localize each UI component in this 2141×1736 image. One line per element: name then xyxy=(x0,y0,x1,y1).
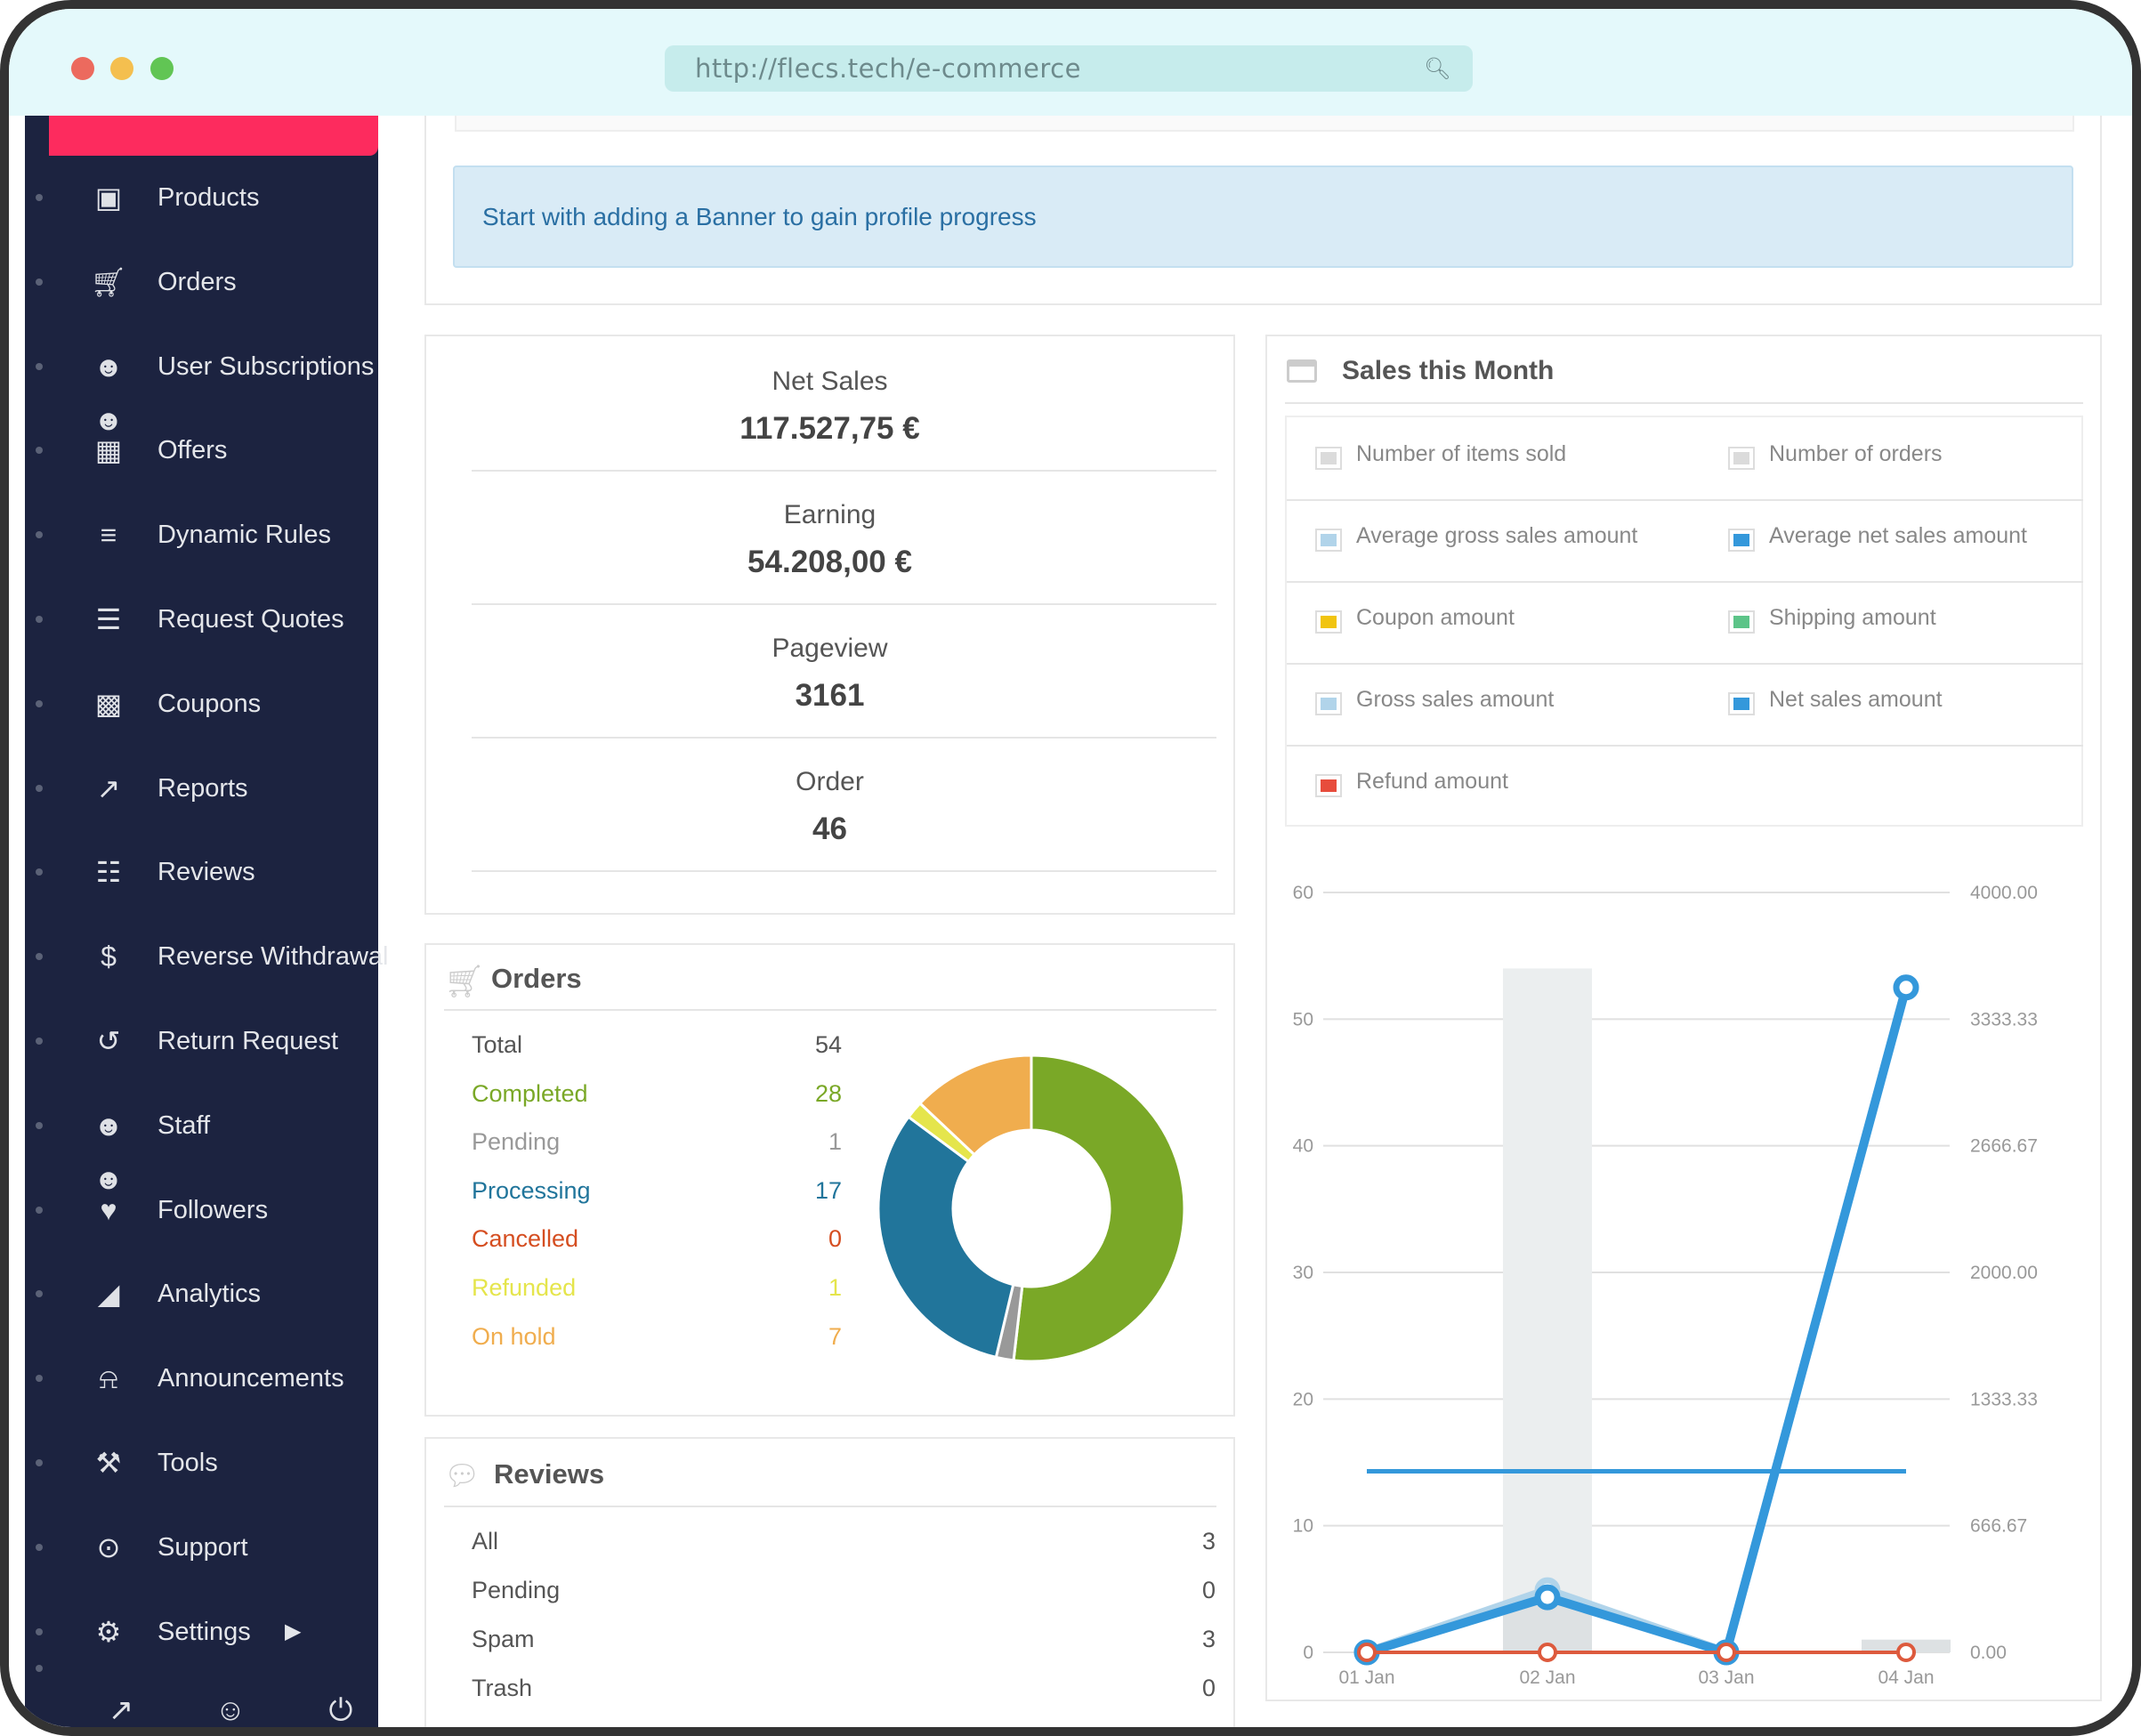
x-tick-label: 01 Jan xyxy=(1338,1667,1394,1688)
url-text: http://flecs.tech/e-commerce xyxy=(695,53,1081,84)
y-right-tick-label: 3333.33 xyxy=(1970,1009,2038,1029)
y-right-tick-label: 0.00 xyxy=(1970,1643,2007,1663)
x-tick-label: 02 Jan xyxy=(1519,1667,1575,1688)
y-left-tick-label: 60 xyxy=(1293,883,1313,903)
browser-toolbar: http://flecs.tech/e-commerce 🔍︎ xyxy=(9,9,2132,116)
point-net-sales-amount xyxy=(1534,1584,1561,1611)
y-left-tick-label: 40 xyxy=(1293,1136,1313,1157)
line-gross-sales-amount xyxy=(1365,986,1911,1657)
address-bar[interactable]: http://flecs.tech/e-commerce 🔍︎ xyxy=(665,45,1473,92)
bar-number-of-items-sold xyxy=(1503,968,1592,1652)
y-right-tick-label: 2000.00 xyxy=(1970,1263,2038,1283)
y-right-tick-label: 666.67 xyxy=(1970,1516,2027,1537)
close-window-button[interactable] xyxy=(71,57,94,80)
x-tick-label: 04 Jan xyxy=(1878,1667,1934,1688)
y-right-tick-label: 1333.33 xyxy=(1970,1389,2038,1409)
point-refund-amount xyxy=(1357,1643,1377,1662)
search-icon[interactable]: 🔍︎ xyxy=(1424,45,1451,92)
point-net-sales-amount xyxy=(1893,974,1919,1001)
maximize-window-button[interactable] xyxy=(150,57,174,80)
minimize-window-button[interactable] xyxy=(110,57,133,80)
point-refund-amount xyxy=(1717,1643,1736,1662)
y-right-tick-label: 2666.67 xyxy=(1970,1136,2038,1157)
point-refund-amount xyxy=(1538,1643,1557,1662)
y-left-tick-label: 0 xyxy=(1303,1643,1313,1663)
y-left-tick-label: 10 xyxy=(1293,1516,1313,1537)
sales-chart: 0 0.00 10 666.67 20 1333.33 30 2000.00 40 2666.67… xyxy=(1293,883,2038,1688)
browser-window: http://flecs.tech/e-commerce 🔍︎ ▣ Products… xyxy=(0,0,2141,1736)
x-tick-label: 03 Jan xyxy=(1698,1667,1754,1688)
y-left-tick-label: 50 xyxy=(1293,1009,1313,1029)
point-refund-amount xyxy=(1896,1643,1916,1662)
y-left-tick-label: 20 xyxy=(1293,1389,1313,1409)
y-left-tick-label: 30 xyxy=(1293,1263,1313,1283)
y-right-tick-label: 4000.00 xyxy=(1970,883,2038,903)
line-net-sales-amount xyxy=(1365,986,1911,1657)
